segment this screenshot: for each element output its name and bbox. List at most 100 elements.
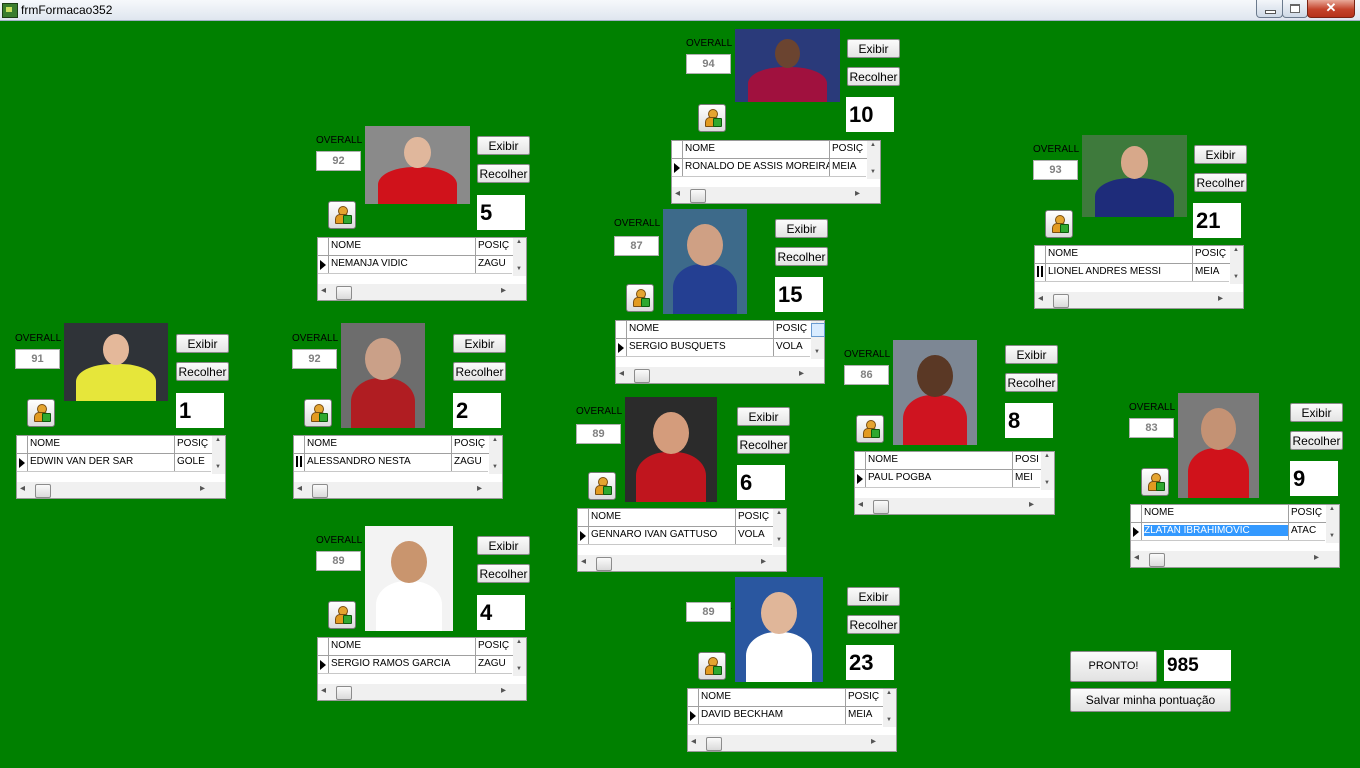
cell-posicao[interactable]: MEI: [1015, 472, 1038, 483]
pronto-button[interactable]: PRONTO!: [1070, 651, 1157, 682]
cell-nome[interactable]: ALESSANDRO NESTA: [307, 456, 451, 467]
column-header-nome[interactable]: NOME: [307, 438, 337, 449]
recolher-button[interactable]: Recolher: [477, 564, 530, 583]
horizontal-scrollbar[interactable]: [672, 187, 880, 203]
cell-nome[interactable]: GENNARO IVAN GATTUSO: [591, 529, 735, 540]
cell-posicao[interactable]: ZAGU: [478, 258, 510, 269]
scrollbar-thumb[interactable]: [1053, 294, 1069, 308]
column-header-nome[interactable]: NOME: [331, 640, 361, 651]
column-header-posicao[interactable]: POSIÇ: [454, 438, 486, 449]
horizontal-scrollbar[interactable]: [294, 482, 502, 498]
recolher-button[interactable]: Recolher: [1005, 373, 1058, 392]
maximize-button[interactable]: [1282, 0, 1308, 18]
close-button[interactable]: ✕: [1307, 0, 1355, 18]
recolher-button[interactable]: Recolher: [1290, 431, 1343, 450]
recolher-button[interactable]: Recolher: [847, 615, 900, 634]
player-grid[interactable]: NOME POSIÇ SERGIO RAMOS GARCIA ZAGU: [317, 637, 527, 701]
add-player-button[interactable]: [1045, 210, 1073, 238]
player-grid[interactable]: NOME POSIÇ NEMANJA VIDIC ZAGU: [317, 237, 527, 301]
recolher-button[interactable]: Recolher: [775, 247, 828, 266]
exibir-button[interactable]: Exibir: [1194, 145, 1247, 164]
horizontal-scrollbar[interactable]: [318, 284, 526, 300]
exibir-button[interactable]: Exibir: [176, 334, 229, 353]
player-grid[interactable]: NOME POSIÇ EDWIN VAN DER SAR GOLE: [16, 435, 226, 499]
horizontal-scrollbar[interactable]: [855, 498, 1054, 514]
column-header-nome[interactable]: NOME: [1144, 507, 1174, 518]
cell-nome[interactable]: LIONEL ANDRÉS MESSI: [1048, 266, 1192, 277]
horizontal-scrollbar[interactable]: [1035, 292, 1243, 308]
exibir-button[interactable]: Exibir: [775, 219, 828, 238]
scrollbar-thumb[interactable]: [312, 484, 328, 498]
scrollbar-thumb[interactable]: [873, 500, 889, 514]
exibir-button[interactable]: Exibir: [453, 334, 506, 353]
cell-posicao[interactable]: MEIA: [1195, 266, 1227, 277]
exibir-button[interactable]: Exibir: [737, 407, 790, 426]
column-header-posicao[interactable]: POSIÇ: [832, 143, 864, 154]
vertical-scrollbar[interactable]: [212, 436, 225, 474]
scrollbar-thumb[interactable]: [706, 737, 722, 751]
exibir-button[interactable]: Exibir: [847, 39, 900, 58]
recolher-button[interactable]: Recolher: [453, 362, 506, 381]
vertical-scrollbar[interactable]: [811, 321, 825, 359]
scrollbar-thumb[interactable]: [596, 557, 612, 571]
scrollbar-thumb[interactable]: [336, 286, 352, 300]
vertical-scrollbar[interactable]: [867, 141, 880, 179]
cell-nome[interactable]: DAVID BECKHAM: [701, 709, 845, 720]
column-header-posicao[interactable]: POSIÇ: [848, 691, 880, 702]
column-header-posicao[interactable]: POSIÇ: [1195, 248, 1227, 259]
column-header-posicao[interactable]: POSIÇ: [177, 438, 209, 449]
exibir-button[interactable]: Exibir: [477, 536, 530, 555]
vertical-scrollbar[interactable]: [1326, 505, 1339, 543]
cell-posicao[interactable]: ZAGU: [478, 658, 510, 669]
vertical-scrollbar[interactable]: [513, 638, 526, 676]
exibir-button[interactable]: Exibir: [847, 587, 900, 606]
add-player-button[interactable]: [626, 284, 654, 312]
cell-posicao[interactable]: MEIA: [832, 161, 864, 172]
recolher-button[interactable]: Recolher: [1194, 173, 1247, 192]
column-header-nome[interactable]: NOME: [629, 323, 659, 334]
cell-nome[interactable]: EDWIN VAN DER SAR: [30, 456, 174, 467]
cell-nome[interactable]: RONALDO DE ASSIS MOREIRA: [685, 161, 829, 172]
scrollbar-thumb[interactable]: [634, 369, 650, 383]
player-grid[interactable]: NOME POSIÇ ALESSANDRO NESTA ZAGU: [293, 435, 503, 499]
player-grid[interactable]: NOME POSIÇPAUL POGBAMEI: [854, 451, 1055, 515]
column-header-posicao[interactable]: POSIÇ: [1015, 454, 1038, 465]
horizontal-scrollbar[interactable]: [17, 482, 225, 498]
player-grid[interactable]: NOME POSIÇ LIONEL ANDRÉS MESSI MEIA: [1034, 245, 1244, 309]
cell-posicao[interactable]: VOLA: [738, 529, 770, 540]
column-header-posicao[interactable]: POSIÇ: [478, 240, 510, 251]
add-player-button[interactable]: [698, 652, 726, 680]
column-header-posicao[interactable]: POSIÇ: [738, 511, 770, 522]
column-header-posicao[interactable]: POSIÇ: [776, 323, 808, 334]
cell-posicao[interactable]: ATAC: [1291, 525, 1323, 536]
vertical-scrollbar[interactable]: [1041, 452, 1054, 490]
cell-nome[interactable]: PAUL POGBA: [868, 472, 1012, 483]
exibir-button[interactable]: Exibir: [1290, 403, 1343, 422]
column-header-posicao[interactable]: POSIÇ: [1291, 507, 1323, 518]
add-player-button[interactable]: [1141, 468, 1169, 496]
cell-posicao[interactable]: GOLE: [177, 456, 209, 467]
column-header-posicao[interactable]: POSIÇ: [478, 640, 510, 651]
scroll-up-highlight[interactable]: [811, 323, 825, 337]
cell-posicao[interactable]: ZAGU: [454, 456, 486, 467]
add-player-button[interactable]: [27, 399, 55, 427]
column-header-nome[interactable]: NOME: [868, 454, 898, 465]
column-header-nome[interactable]: NOME: [30, 438, 60, 449]
scrollbar-thumb[interactable]: [690, 189, 706, 203]
recolher-button[interactable]: Recolher: [477, 164, 530, 183]
scrollbar-thumb[interactable]: [336, 686, 352, 700]
add-player-button[interactable]: [304, 399, 332, 427]
recolher-button[interactable]: Recolher: [176, 362, 229, 381]
vertical-scrollbar[interactable]: [773, 509, 786, 547]
horizontal-scrollbar[interactable]: [688, 735, 896, 751]
player-grid[interactable]: NOME POSIÇ SERGIO BUSQUETS VOLA: [615, 320, 825, 384]
column-header-nome[interactable]: NOME: [685, 143, 715, 154]
recolher-button[interactable]: Recolher: [847, 67, 900, 86]
exibir-button[interactable]: Exibir: [1005, 345, 1058, 364]
scrollbar-thumb[interactable]: [1149, 553, 1165, 567]
add-player-button[interactable]: [588, 472, 616, 500]
column-header-nome[interactable]: NOME: [331, 240, 361, 251]
horizontal-scrollbar[interactable]: [318, 684, 526, 700]
cell-nome[interactable]: NEMANJA VIDIC: [331, 258, 475, 269]
vertical-scrollbar[interactable]: [513, 238, 526, 276]
